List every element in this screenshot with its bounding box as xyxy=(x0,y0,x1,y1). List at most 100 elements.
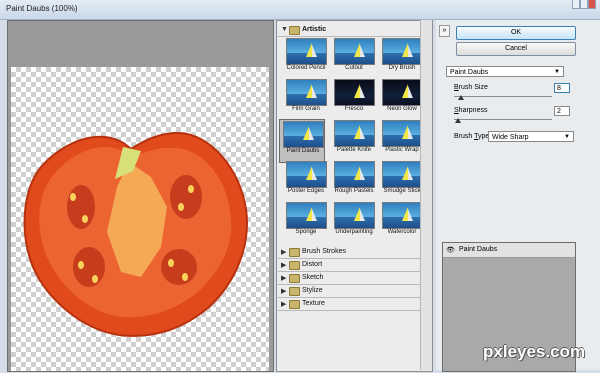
category-label: Stylize xyxy=(302,287,323,294)
chevron-right-icon: ▶ xyxy=(281,275,287,282)
chevron-down-icon: ▼ xyxy=(554,69,560,75)
filter-thumb-colored-pencil[interactable]: Colored Pencil xyxy=(283,37,329,81)
category-label: Distort xyxy=(302,261,323,268)
filter-preview-image xyxy=(382,161,423,188)
filter-select[interactable]: Paint Daubs ▼ xyxy=(446,66,564,77)
brush-type-label: Brush Type: xyxy=(454,133,492,140)
preview-panel[interactable] xyxy=(7,20,274,372)
filter-label: Colored Pencil xyxy=(286,65,326,71)
chevron-right-icon: ▶ xyxy=(281,288,287,295)
title-bar: Paint Daubs (100%) xyxy=(0,0,600,20)
filter-label: Fresco xyxy=(344,106,364,112)
brush-size-slider-handle[interactable] xyxy=(458,95,464,100)
chevron-right-icon: ▶ xyxy=(281,262,287,269)
category-label: Artistic xyxy=(302,26,327,33)
filter-label: Cutout xyxy=(345,65,363,71)
category-brush-strokes[interactable]: ▶ Brush Strokes xyxy=(278,246,421,259)
collapse-gallery-button[interactable]: » xyxy=(439,25,450,37)
filter-thumb-watercolor[interactable]: Watercolor xyxy=(379,201,425,245)
brush-size-input[interactable]: 8 xyxy=(554,83,570,93)
filter-preview-image xyxy=(382,202,423,229)
filter-preview-image xyxy=(334,38,375,65)
category-label: Sketch xyxy=(302,274,324,281)
ok-button[interactable]: OK xyxy=(456,26,576,40)
category-label: Texture xyxy=(302,300,325,307)
filter-label: Paint Daubs xyxy=(286,148,320,154)
filter-label: Smudge Stick xyxy=(383,188,421,194)
sharpness-slider[interactable] xyxy=(454,119,552,120)
category-artistic[interactable]: ▼ Artistic xyxy=(278,24,421,37)
eye-icon[interactable]: 👁 xyxy=(446,246,455,254)
filter-label: Rough Pastels xyxy=(334,188,374,194)
filter-thumb-palette-knife[interactable]: Palette Knife xyxy=(331,119,377,163)
category-stylize[interactable]: ▶ Stylize xyxy=(278,285,421,298)
chevron-down-icon: ▼ xyxy=(564,134,570,140)
filter-thumb-rough-pastels[interactable]: Rough Pastels xyxy=(331,160,377,204)
settings-panel: » OK Cancel Paint Daubs ▼ Brush Size 8 S… xyxy=(436,20,600,372)
folder-icon xyxy=(289,261,300,270)
filter-thumb-dry-brush[interactable]: Dry Brush xyxy=(379,37,425,81)
category-sketch[interactable]: ▶ Sketch xyxy=(278,272,421,285)
brush-size-label: Brush Size xyxy=(454,84,488,91)
watermark: pxleyes.com xyxy=(483,342,586,361)
effect-layer-name: Paint Daubs xyxy=(459,246,498,253)
filter-preview-image xyxy=(286,202,327,229)
filter-preview-image xyxy=(334,202,375,229)
chevron-right-icon: ▶ xyxy=(281,301,287,308)
preview-canvas[interactable] xyxy=(11,67,269,371)
brush-size-slider[interactable] xyxy=(454,96,552,97)
brush-type-select[interactable]: Wide Sharp ▼ xyxy=(488,131,574,142)
gallery-scrollbar[interactable] xyxy=(420,20,432,370)
maximize-button[interactable] xyxy=(580,0,588,9)
filter-select-value: Paint Daubs xyxy=(450,69,489,76)
filter-gallery: ▼ Artistic Colored Pencil Cutout Dry Bru… xyxy=(276,20,433,372)
sharpness-slider-handle[interactable] xyxy=(455,118,461,123)
filter-label: Neon Glow xyxy=(387,106,417,112)
filter-thumb-neon-glow[interactable]: Neon Glow xyxy=(379,78,425,122)
filter-thumb-poster-edges[interactable]: Poster Edges xyxy=(283,160,329,204)
filter-label: Poster Edges xyxy=(287,188,325,194)
folder-icon xyxy=(289,26,300,35)
folder-icon xyxy=(289,248,300,257)
folder-icon xyxy=(289,287,300,296)
filter-label: Palette Knife xyxy=(336,147,372,153)
filter-label: Underpainting xyxy=(335,229,373,235)
chevron-right-icon: ▶ xyxy=(281,249,287,256)
close-button[interactable] xyxy=(588,0,596,9)
category-distort[interactable]: ▶ Distort xyxy=(278,259,421,272)
filter-thumb-underpainting[interactable]: Underpainting xyxy=(331,201,377,245)
brush-type-value: Wide Sharp xyxy=(492,134,529,141)
cancel-button[interactable]: Cancel xyxy=(456,42,576,56)
sharpness-input[interactable]: 2 xyxy=(554,106,570,116)
chevron-down-icon: ▼ xyxy=(281,26,288,33)
filter-label: Plastic Wrap xyxy=(385,147,419,153)
double-chevron-icon: » xyxy=(442,27,447,34)
filter-preview-image xyxy=(286,161,327,188)
filter-label: Film Grain xyxy=(292,106,320,112)
filter-preview-image xyxy=(334,120,375,147)
filter-preview-image xyxy=(286,38,327,65)
filter-thumb-fresco[interactable]: Fresco xyxy=(331,78,377,122)
tomato-image xyxy=(23,131,249,337)
minimize-button[interactable] xyxy=(572,0,580,9)
filter-preview-image xyxy=(382,120,423,147)
sharpness-label: Sharpness xyxy=(454,107,488,114)
filter-label: Watercolor xyxy=(387,229,417,235)
category-texture[interactable]: ▶ Texture xyxy=(278,298,421,311)
filter-label: Dry Brush xyxy=(388,65,416,71)
filter-thumb-film-grain[interactable]: Film Grain xyxy=(283,78,329,122)
filter-thumb-sponge[interactable]: Sponge xyxy=(283,201,329,245)
filter-thumb-smudge-stick[interactable]: Smudge Stick xyxy=(379,160,425,204)
folder-icon xyxy=(289,300,300,309)
filter-preview-image xyxy=(283,121,324,148)
effect-layer-row[interactable]: 👁 Paint Daubs xyxy=(443,243,575,258)
filter-thumb-paint-daubs[interactable]: Paint Daubs xyxy=(279,119,325,163)
filter-preview-image xyxy=(334,79,375,106)
filter-thumb-cutout[interactable]: Cutout xyxy=(331,37,377,81)
filter-thumb-plastic-wrap[interactable]: Plastic Wrap xyxy=(379,119,425,163)
filter-label: Sponge xyxy=(295,229,317,235)
filter-preview-image xyxy=(334,161,375,188)
category-label: Brush Strokes xyxy=(302,248,346,255)
filter-preview-image xyxy=(382,79,423,106)
folder-icon xyxy=(289,274,300,283)
